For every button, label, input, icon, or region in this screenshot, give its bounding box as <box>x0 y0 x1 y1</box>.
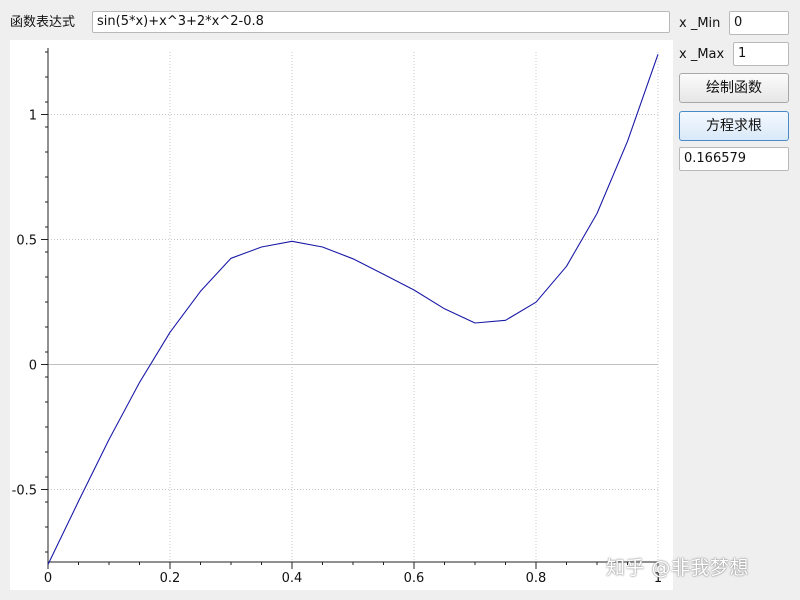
x-max-input[interactable]: 1 <box>733 42 789 66</box>
curve-point <box>47 564 48 565</box>
curve-point <box>261 246 262 247</box>
x-tick-label: 0.4 <box>282 571 303 586</box>
x-min-input[interactable]: 0 <box>729 11 789 35</box>
solve-root-button[interactable]: 方程求根 <box>679 111 789 141</box>
curve-point <box>383 274 384 275</box>
curve-point <box>322 246 323 247</box>
y-tick-label: 1 <box>29 109 37 124</box>
curve-point <box>230 258 231 259</box>
curve-point <box>139 382 140 383</box>
curve-point <box>352 258 353 259</box>
curve-point <box>108 439 109 440</box>
root-result-field[interactable]: 0.166579 <box>679 147 789 171</box>
y-tick-label: -0.5 <box>12 484 37 499</box>
x-tick-label: 0.2 <box>160 571 181 586</box>
function-curve <box>47 54 659 565</box>
x-tick-label: 0.6 <box>404 571 425 586</box>
function-plot[interactable]: 0 0.2 0.4 0.6 0.8 1 -0.5 0 0.5 1 <box>10 40 673 590</box>
curve-point <box>535 302 536 303</box>
main-window: 函数表达式 sin(5*x)+x^3+2*x^2-0.8 x _Min 0 x … <box>0 0 800 600</box>
x-max-label: x _Max <box>679 47 725 62</box>
x-min-label: x _Min <box>679 16 721 31</box>
curve-point <box>169 332 170 333</box>
curve-point <box>413 289 414 290</box>
curve-point <box>657 54 658 55</box>
plot-canvas: 0 0.2 0.4 0.6 0.8 1-0.500.51 <box>12 48 662 586</box>
curve-point <box>200 291 201 292</box>
curve-point <box>444 308 445 309</box>
curve-point <box>78 501 79 502</box>
curve-point <box>596 213 597 214</box>
curve-point <box>566 266 567 267</box>
watermark: 知乎 @非我梦想 <box>606 557 750 579</box>
x-tick-label: 0.8 <box>526 571 547 586</box>
curve-point <box>627 141 628 142</box>
x-tick-label: 0 <box>44 571 52 586</box>
curve-point <box>474 322 475 323</box>
curve-point <box>291 241 292 242</box>
curve-point <box>505 320 506 321</box>
plot-function-button[interactable]: 绘制函数 <box>679 73 789 103</box>
y-tick-label: 0.5 <box>16 234 37 249</box>
expression-label: 函数表达式 <box>10 15 76 30</box>
expression-input[interactable]: sin(5*x)+x^3+2*x^2-0.8 <box>92 11 670 33</box>
y-tick-label: 0 <box>29 359 37 374</box>
